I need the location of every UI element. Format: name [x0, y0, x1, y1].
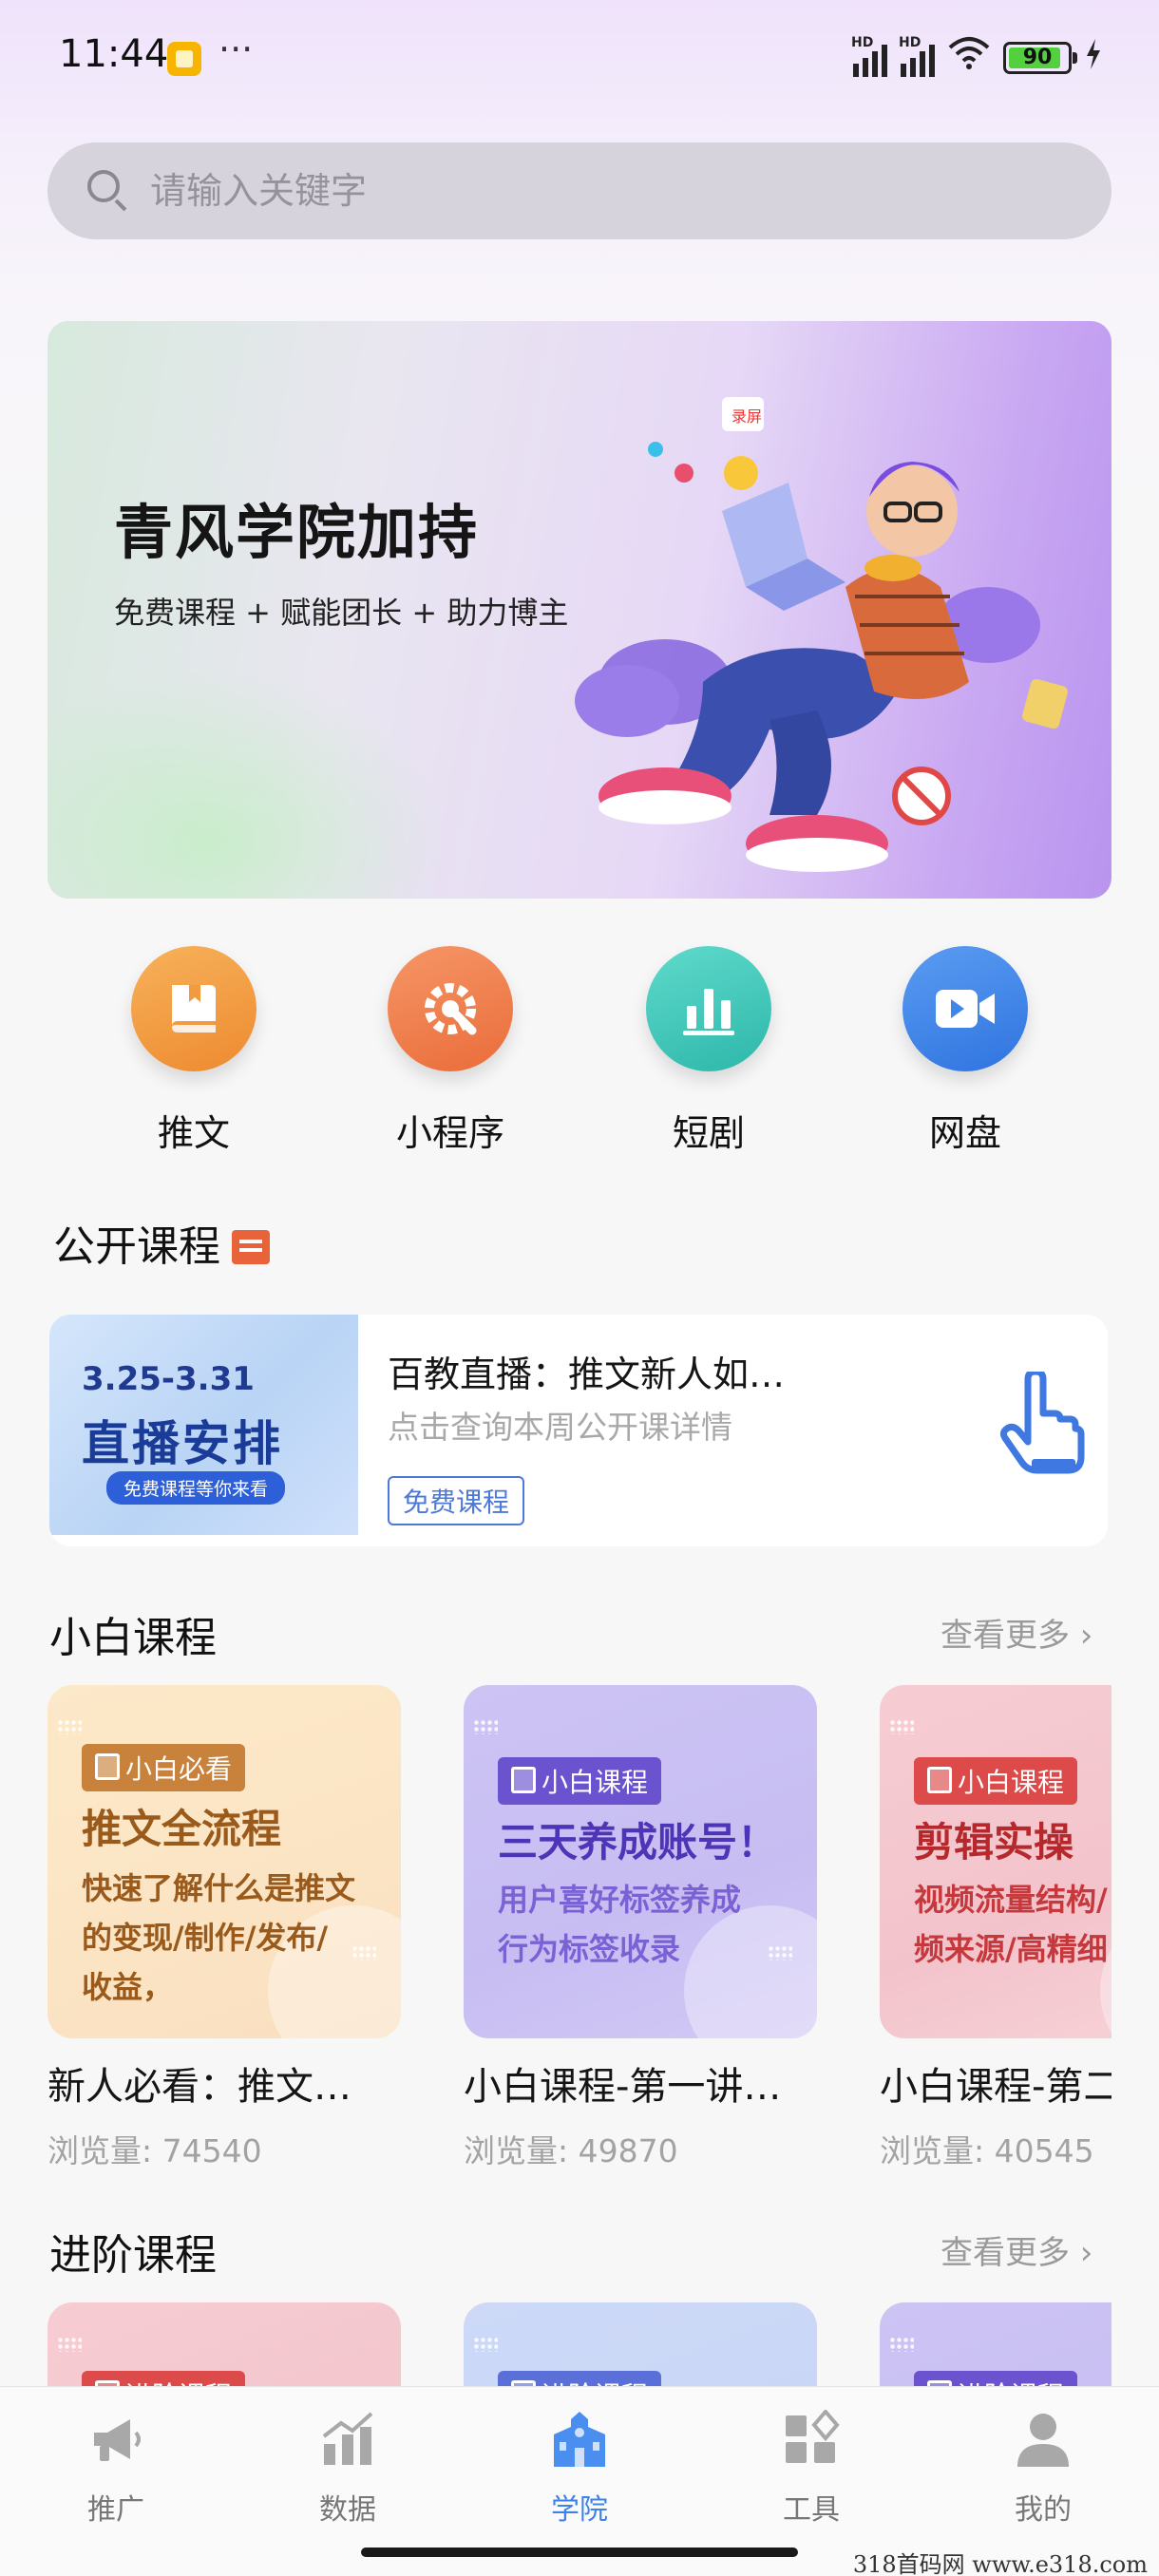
watermark: 318首码网 www.e318.com [852, 2551, 1148, 2576]
beginner-view-more-link[interactable]: 查看更多 › [940, 1609, 1092, 1656]
svg-text:录屏: 录屏 [732, 407, 762, 426]
nav-item-profile[interactable]: 我的 [977, 2410, 1110, 2528]
course-thumbnail: 小白课程 三天养成账号！ 用户喜好标签养成 行为标签收录 [464, 1685, 817, 2038]
course-headline: 剪辑实操 [914, 1819, 1074, 1866]
course-description: 用户喜好标签养成 行为标签收录 [498, 1882, 742, 1967]
nav-item-tools[interactable]: 工具 [745, 2408, 878, 2528]
quick-action-label: 网盘 [928, 1112, 1001, 1154]
course-views: 浏览量: 74540 [48, 2132, 262, 2169]
live-thumbnail: 3.25-3.31 直播安排 免费课程等你来看 [49, 1315, 358, 1535]
gear-wrench-icon [388, 946, 513, 1071]
course-thumbnail: 小白课程 剪辑实操 视频流量结构/ 频来源/高精细 [880, 1685, 1112, 2038]
signal-icon: HD [851, 35, 887, 77]
nav-label: 推广 [87, 2493, 144, 2527]
course-headline: 推文全流程 [82, 1806, 282, 1852]
quick-action-label: 小程序 [395, 1112, 504, 1154]
advanced-view-more-link[interactable]: 查看更多 › [940, 2226, 1092, 2273]
section-title-advanced: 进阶课程 [49, 2231, 217, 2280]
banner-subtitle: 免费课程 + 赋能团长 + 助力博主 [114, 595, 569, 631]
course-headline: 三天养成账号！ [498, 1819, 778, 1866]
status-time: 11:44 [59, 32, 169, 76]
banner-illustration: 录屏 [575, 397, 1068, 872]
charging-icon [1085, 38, 1102, 77]
chevron-right-icon: › [1070, 1617, 1093, 1655]
search-bar[interactable] [48, 142, 1112, 239]
course-tag: 小白课程 [498, 1757, 662, 1805]
course-title: 小白课程-第一讲… [464, 2065, 782, 2109]
notification-app-icon [167, 42, 201, 76]
quick-action-mini-program[interactable]: 小程序 [355, 946, 545, 1156]
nav-label: 我的 [1015, 2493, 1072, 2527]
search-icon [87, 170, 129, 212]
advanced-course-list: 进阶课程 进阶课程 进阶课程 [0, 2302, 1159, 2386]
course-title: 新人必看：推文… [48, 2065, 352, 2109]
course-card[interactable]: 进阶课程 [464, 2302, 817, 2386]
course-card[interactable]: 小白课程 剪辑实操 视频流量结构/ 频来源/高精细 小白课程-第二 浏览量: 4… [880, 1685, 1112, 2171]
quick-action-label: 短剧 [672, 1112, 745, 1154]
section-title-open-courses: 公开课程 [53, 1212, 270, 1273]
quick-action-cloud-disk[interactable]: 网盘 [870, 946, 1060, 1156]
course-title: 小白课程-第二 [880, 2065, 1112, 2109]
course-tag: 小白必看 [82, 1744, 246, 1791]
live-schedule-card[interactable]: 3.25-3.31 直播安排 免费课程等你来看 百教直播：推文新人如… 点击查询… [49, 1315, 1108, 1546]
live-card-title: 百教直播：推文新人如… [388, 1354, 786, 1395]
nav-label: 数据 [319, 2493, 376, 2527]
school-icon [554, 2412, 605, 2467]
banner-title: 青风学院加持 [114, 498, 480, 567]
course-description: 视频流量结构/ 频来源/高精细 [914, 1882, 1108, 1967]
quick-action-label: 推文 [157, 1112, 230, 1154]
signal-icon-2: HD [899, 35, 935, 77]
course-card[interactable]: 小白课程 三天养成账号！ 用户喜好标签养成 行为标签收录 小白课程-第一讲… 浏… [464, 1685, 817, 2171]
course-tag: 进阶课程 [82, 2371, 246, 2386]
chart-icon [322, 2412, 373, 2465]
course-tag: 小白课程 [914, 1757, 1078, 1805]
nav-item-promote[interactable]: 推广 [49, 2410, 182, 2528]
quick-action-short-drama[interactable]: 短剧 [614, 946, 804, 1156]
course-thumbnail: 进阶课程 [48, 2302, 401, 2386]
section-title-beginner: 小白课程 [49, 1614, 217, 1662]
course-tag: 进阶课程 [498, 2371, 662, 2386]
pointing-hand-icon [999, 1372, 1085, 1474]
bar-chart-icon [646, 946, 771, 1071]
promo-banner[interactable]: 青风学院加持 免费课程 + 赋能团长 + 助力博主 录屏 [48, 321, 1112, 899]
live-card-subtitle: 点击查询本周公开课详情 [388, 1409, 732, 1446]
course-thumbnail: 进阶课程 [880, 2302, 1112, 2386]
nav-item-academy[interactable]: 学院 [513, 2410, 646, 2528]
course-description: 快速了解什么是推文 的变现/制作/发布/ 收益， [82, 1870, 356, 2005]
quick-actions: 推文 小程序 短剧 网盘 [0, 946, 1159, 1155]
course-views: 浏览量: 40545 [880, 2132, 1094, 2169]
nav-label: 学院 [551, 2493, 608, 2527]
tools-icon [786, 2408, 840, 2463]
book-icon [131, 946, 256, 1071]
nav-item-data[interactable]: 数据 [281, 2410, 414, 2528]
status-bar: 11:44 ··· HD HD 90 [0, 0, 1159, 114]
nav-label: 工具 [783, 2493, 840, 2527]
megaphone-icon [94, 2419, 141, 2461]
search-input[interactable] [150, 170, 1005, 212]
course-card[interactable]: 小白必看 推文全流程 快速了解什么是推文 的变现/制作/发布/ 收益， 新人必看… [48, 1685, 401, 2171]
course-thumbnail: 小白必看 推文全流程 快速了解什么是推文 的变现/制作/发布/ 收益， [48, 1685, 401, 2038]
course-thumbnail: 进阶课程 [464, 2302, 817, 2386]
user-icon [1017, 2414, 1069, 2467]
ticket-icon [232, 1230, 270, 1264]
wifi-icon [948, 36, 990, 79]
video-camera-icon [902, 946, 1028, 1071]
course-tag: 进阶课程 [914, 2371, 1078, 2386]
course-card[interactable]: 进阶课程 [48, 2302, 401, 2386]
more-notifications-icon: ··· [218, 28, 254, 70]
course-views: 浏览量: 49870 [464, 2132, 678, 2169]
chevron-right-icon: › [1070, 2234, 1093, 2272]
course-card[interactable]: 进阶课程 [880, 2302, 1112, 2386]
free-course-badge: 免费课程 [388, 1476, 525, 1525]
quick-action-tweet[interactable]: 推文 [99, 946, 289, 1156]
battery-icon: 90 [1003, 41, 1077, 74]
home-indicator[interactable] [361, 2548, 798, 2557]
